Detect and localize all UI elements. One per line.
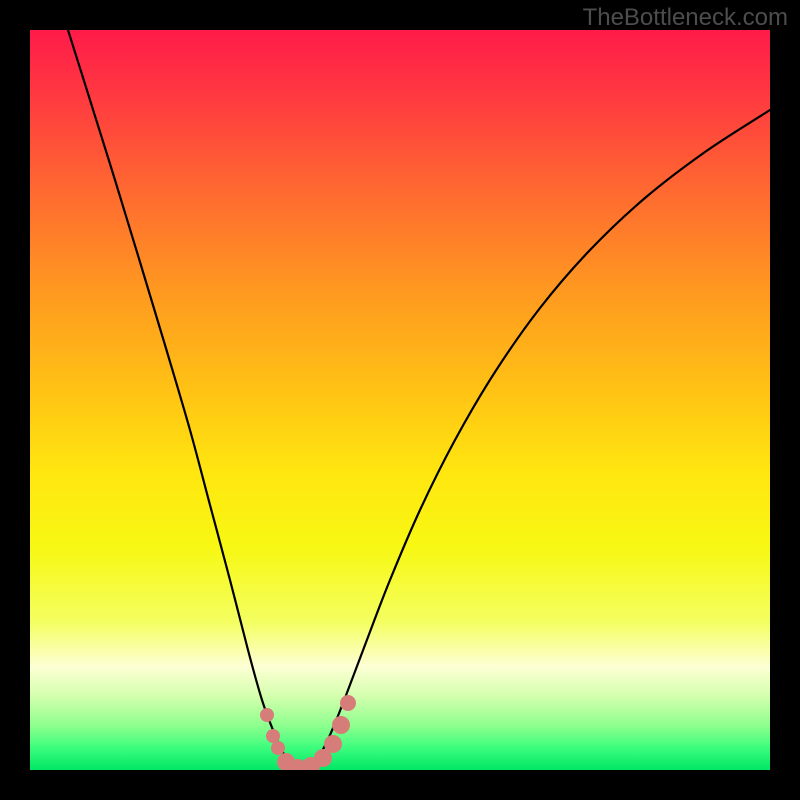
bottleneck-curve bbox=[68, 30, 770, 770]
data-marker bbox=[260, 708, 274, 722]
chart-frame: TheBottleneck.com bbox=[0, 0, 800, 800]
data-marker bbox=[266, 729, 280, 743]
watermark-text: TheBottleneck.com bbox=[583, 4, 788, 32]
data-marker bbox=[271, 741, 285, 755]
marker-group bbox=[260, 695, 356, 770]
plot-area bbox=[30, 30, 770, 770]
curve-layer bbox=[30, 30, 770, 770]
data-marker bbox=[332, 716, 350, 734]
data-marker bbox=[324, 735, 342, 753]
data-marker bbox=[340, 695, 356, 711]
